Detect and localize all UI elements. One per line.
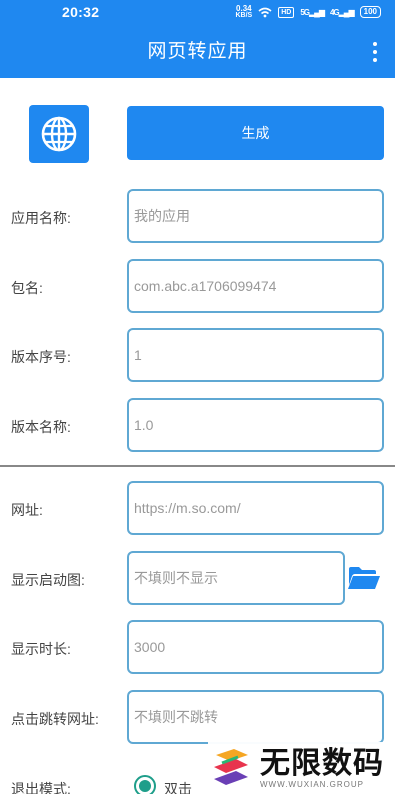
- splash-image-label: 显示启动图:: [11, 572, 85, 588]
- exit-mode-option-label: 双击: [164, 781, 192, 794]
- watermark: 无限数码 WWW.WUXIAN.GROUP: [208, 742, 395, 794]
- exit-mode-label: 退出模式:: [11, 781, 71, 794]
- page-title: 网页转应用: [147, 41, 248, 62]
- net-speed-value: 0.34: [236, 4, 252, 13]
- signal-4g-label: 4G: [329, 7, 340, 17]
- package-name-input[interactable]: com.abc.a1706099474: [127, 259, 384, 313]
- signal-4g-icon: 4G▂▄▆: [329, 7, 355, 17]
- version-code-label: 版本序号:: [11, 349, 71, 365]
- folder-open-icon[interactable]: [347, 565, 381, 591]
- net-speed: 0.34 KB/S: [235, 4, 253, 20]
- display-duration-input[interactable]: 3000: [127, 620, 384, 674]
- status-icons: 0.34 KB/S HD 5G▂▄▆ 4G▂▄▆ 100: [235, 5, 381, 19]
- click-jump-url-input[interactable]: 不填则不跳转: [127, 690, 384, 744]
- watermark-text: 无限数码 WWW.WUXIAN.GROUP: [260, 746, 384, 789]
- splash-image-input[interactable]: 不填则不显示: [127, 551, 345, 605]
- signal-5g-label: 5G: [300, 7, 310, 17]
- status-time: 20:32: [62, 4, 100, 20]
- url-label: 网址:: [11, 502, 43, 518]
- click-jump-url-label: 点击跳转网址:: [11, 711, 99, 727]
- section-divider: [0, 465, 395, 467]
- app-name-label: 应用名称:: [11, 210, 71, 226]
- app-bar: 20:32 0.34 KB/S HD 5G▂▄▆ 4G▂▄▆ 100 网页转应用: [0, 0, 395, 78]
- battery-icon: 100: [359, 6, 381, 18]
- wifi-icon: [258, 7, 272, 17]
- radio-dot: [139, 780, 151, 792]
- url-input[interactable]: https://m.so.com/: [127, 481, 384, 535]
- version-name-input[interactable]: 1.0: [127, 398, 384, 452]
- watermark-cn: 无限数码: [260, 746, 384, 780]
- watermark-logo-icon: [214, 749, 248, 785]
- generate-button[interactable]: 生成: [127, 106, 384, 160]
- watermark-en: WWW.WUXIAN.GROUP: [260, 779, 364, 789]
- app-icon-button[interactable]: [29, 105, 89, 163]
- signal-5g-icon: 5G▂▄▆: [300, 7, 325, 17]
- exit-mode-radio-double-click[interactable]: [134, 775, 156, 794]
- version-code-input[interactable]: 1: [127, 328, 384, 382]
- net-speed-unit: KB/S: [235, 12, 253, 19]
- globe-icon: [41, 116, 77, 152]
- package-name-label: 包名:: [11, 280, 43, 296]
- hd-icon: HD: [278, 6, 295, 18]
- app-name-input[interactable]: 我的应用: [127, 189, 384, 243]
- more-vert-icon[interactable]: [367, 40, 383, 64]
- version-name-label: 版本名称:: [11, 419, 71, 435]
- status-bar: 20:32 0.34 KB/S HD 5G▂▄▆ 4G▂▄▆ 100: [0, 0, 395, 24]
- display-duration-label: 显示时长:: [11, 641, 71, 657]
